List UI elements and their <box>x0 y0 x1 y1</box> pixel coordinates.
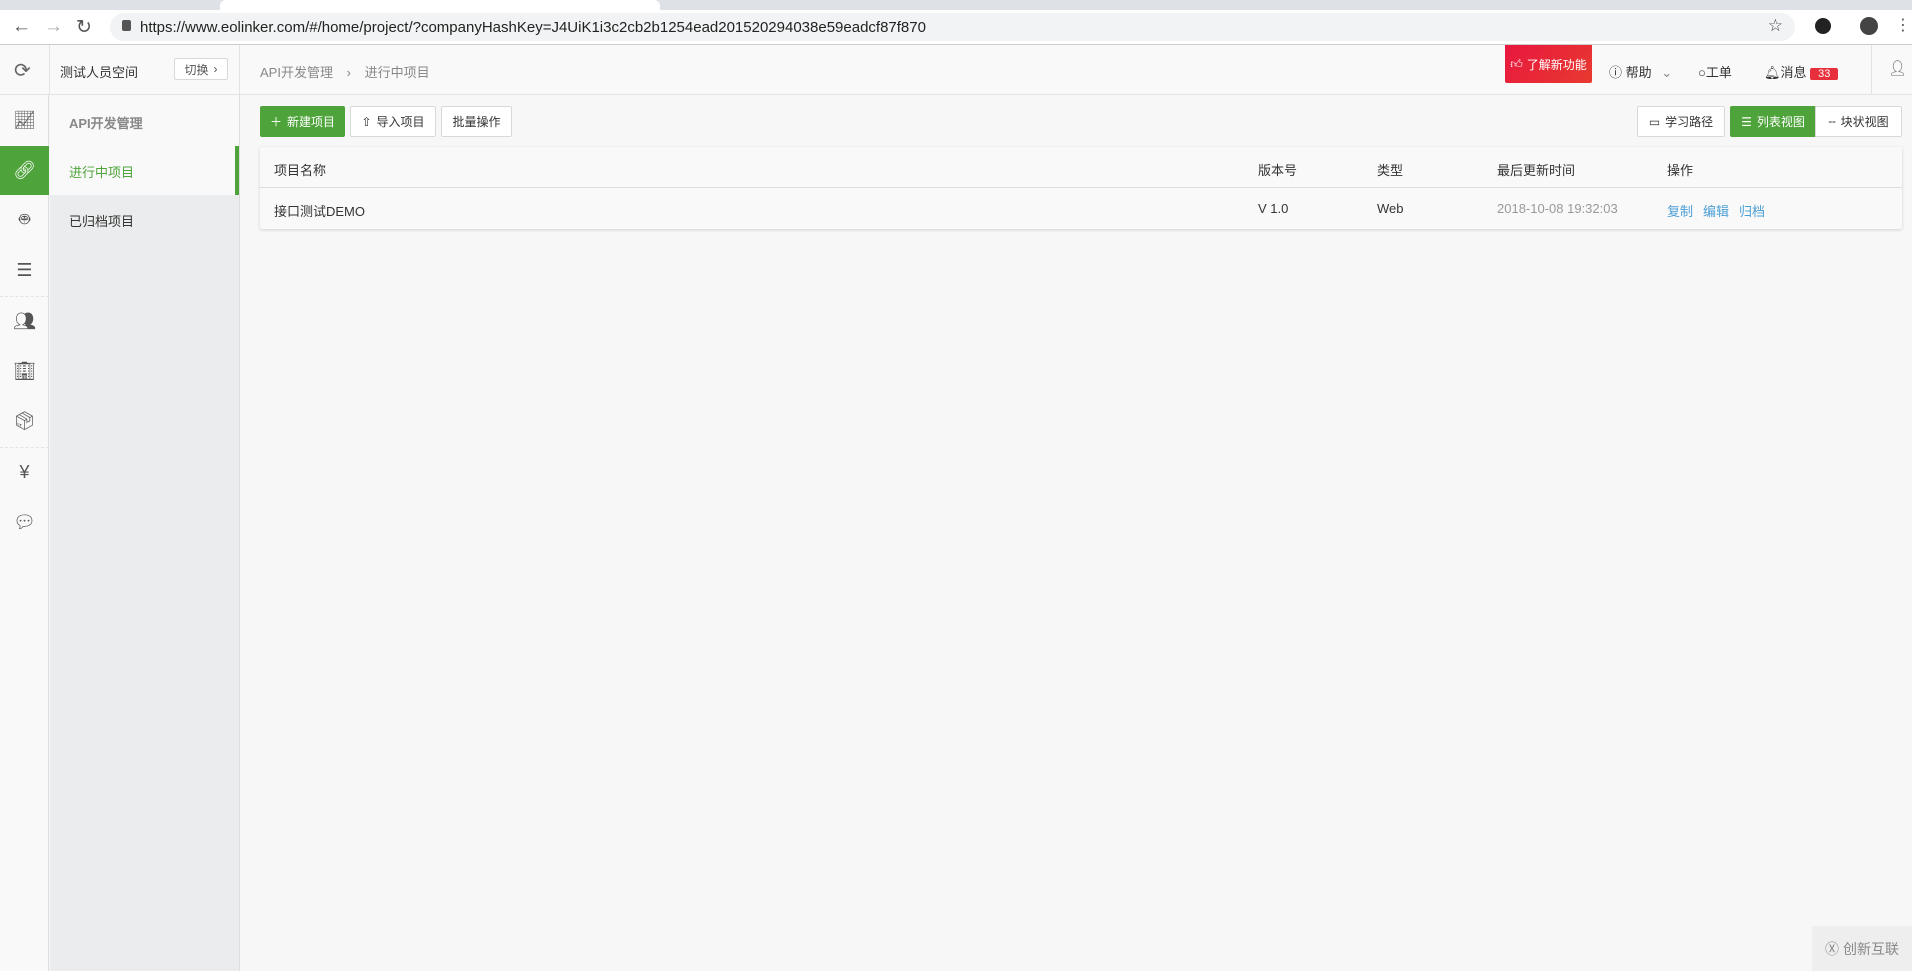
batch-operation-button[interactable]: 批量操作 <box>441 106 512 137</box>
logo-icon: ⟳ <box>14 60 31 82</box>
message-icon[interactable]: 💬︎ <box>0 498 49 547</box>
messages-link[interactable]: 🔔︎消息 33 <box>1764 62 1839 81</box>
extension-icon[interactable] <box>1815 18 1831 34</box>
batch-label: 批量操作 <box>452 115 501 129</box>
new-features-button[interactable]: 👍︎ 了解新功能 <box>1505 45 1592 83</box>
learning-path-label: 学习路径 <box>1665 115 1714 129</box>
breadcrumb-item: 进行中项目 <box>364 65 430 80</box>
user-icon[interactable]: 👤︎ <box>1888 59 1907 77</box>
sidebar-title: API开发管理 <box>69 116 143 131</box>
sidebar-item-label: 进行中项目 <box>69 165 135 180</box>
browser-tab-strip <box>0 0 1912 10</box>
column-header-updated: 最后更新时间 <box>1497 163 1576 178</box>
project-type: Web <box>1377 201 1404 216</box>
messages-label: 消息 <box>1780 65 1807 80</box>
project-version: V 1.0 <box>1258 201 1289 216</box>
list-view-button[interactable]: ☰ 列表视图 <box>1730 106 1816 137</box>
list-view-label: 列表视图 <box>1756 115 1805 129</box>
workspace-name: 测试人员空间 <box>60 65 139 80</box>
block-view-button[interactable]: ╌ 块状视图 <box>1815 106 1902 137</box>
database-icon[interactable]: ☰ <box>0 246 49 295</box>
column-header-actions: 操作 <box>1667 163 1694 178</box>
column-header-type: 类型 <box>1377 163 1404 178</box>
sidebar-item-in-progress[interactable]: 进行中项目 <box>50 146 239 195</box>
dashboard-icon[interactable]: 📈︎ <box>0 96 49 145</box>
forward-icon[interactable]: → <box>44 16 63 38</box>
watermark-logo: Ⓧ 创新互联 <box>1812 926 1912 971</box>
switch-label: 切换 <box>184 62 209 77</box>
icon-rail: 📈︎ 🔗︎ 🤖︎ ☰ 👥︎ 🏢︎ 📦︎ ¥ 💬︎ <box>0 95 49 971</box>
column-header-name: 项目名称 <box>274 163 327 178</box>
upload-icon: ⇧ <box>361 114 372 129</box>
reload-icon[interactable]: ↻ <box>76 16 92 39</box>
project-table: 项目名称 版本号 类型 最后更新时间 操作 接口测试DEMO V 1.0 Web… <box>260 147 1902 229</box>
menu-dots-icon[interactable]: ⋮ <box>1895 15 1911 35</box>
box-icon[interactable]: 📦︎ <box>0 397 49 446</box>
logo-icon: Ⓧ <box>1825 940 1839 957</box>
robot-icon[interactable]: 🤖︎ <box>0 196 49 245</box>
message-count-badge: 33 <box>1810 68 1839 80</box>
switch-workspace-button[interactable]: 切换 › <box>174 58 228 80</box>
chevron-down-icon: ⌄ <box>1661 65 1673 80</box>
app-header: ⟳ 测试人员空间 切换 › API开发管理 › 进行中项目 👍︎ 了解新功能 ⓘ 帮… <box>0 45 1912 95</box>
address-bar[interactable]: https://www.eolinker.com/#/home/project/… <box>110 13 1795 41</box>
help-menu[interactable]: ⓘ 帮助 ⌄ <box>1609 62 1672 81</box>
archive-link[interactable]: 归档 <box>1739 204 1765 219</box>
new-project-label: 新建项目 <box>287 115 336 129</box>
building-icon[interactable]: 🏢︎ <box>0 347 49 396</box>
browser-toolbar: ← → ↻ https://www.eolinker.com/#/home/pr… <box>0 10 1912 45</box>
sidebar-item-label: 已归档项目 <box>69 214 135 229</box>
breadcrumb: API开发管理 › 进行中项目 <box>260 62 430 81</box>
project-name[interactable]: 接口测试DEMO <box>274 201 365 220</box>
help-label: 帮助 <box>1625 65 1652 80</box>
tickets-label: 工单 <box>1705 65 1732 80</box>
profile-icon[interactable] <box>1860 17 1878 35</box>
plus-icon: ＋ <box>269 115 282 129</box>
yen-icon[interactable]: ¥ <box>0 447 49 496</box>
import-label: 导入项目 <box>376 115 425 129</box>
lock-icon <box>122 20 131 31</box>
sidebar-item-archived[interactable]: 已归档项目 <box>50 195 239 244</box>
tickets-link[interactable]: ○工单 <box>1698 62 1732 81</box>
learning-path-button[interactable]: ▭ 学习路径 <box>1637 106 1725 137</box>
monitor-icon: ▭ <box>1648 114 1661 129</box>
breadcrumb-item[interactable]: API开发管理 <box>260 65 333 80</box>
block-view-label: 块状视图 <box>1840 115 1889 129</box>
copy-link[interactable]: 复制 <box>1667 204 1693 219</box>
secondary-sidebar: API开发管理 进行中项目 已归档项目 <box>50 95 240 971</box>
watermark-text: 创新互联 <box>1843 940 1899 957</box>
back-icon[interactable]: ← <box>12 16 31 38</box>
chat-icon: ○ <box>1698 65 1706 80</box>
list-icon: ☰ <box>1741 114 1752 129</box>
new-project-button[interactable]: ＋ 新建项目 <box>260 106 345 137</box>
bell-icon: 🔔︎ <box>1764 65 1781 80</box>
chevron-right-icon: › <box>346 65 351 80</box>
thumbs-up-icon: 👍︎ <box>1510 56 1523 71</box>
project-updated: 2018-10-08 19:32:03 <box>1497 201 1618 216</box>
info-icon: ⓘ <box>1609 65 1623 80</box>
url-text: https://www.eolinker.com/#/home/project/… <box>140 19 926 36</box>
column-header-version: 版本号 <box>1258 163 1298 178</box>
chevron-right-icon: › <box>213 62 218 76</box>
grid-icon: ╌ <box>1828 114 1836 129</box>
star-icon[interactable]: ☆ <box>1768 16 1783 36</box>
edit-link[interactable]: 编辑 <box>1703 204 1729 219</box>
users-icon[interactable]: 👥︎ <box>0 296 49 345</box>
import-project-button[interactable]: ⇧ 导入项目 <box>350 106 436 137</box>
new-features-label: 了解新功能 <box>1526 57 1587 72</box>
browser-tab[interactable] <box>220 0 660 10</box>
api-link-icon[interactable]: 🔗︎ <box>0 146 49 195</box>
